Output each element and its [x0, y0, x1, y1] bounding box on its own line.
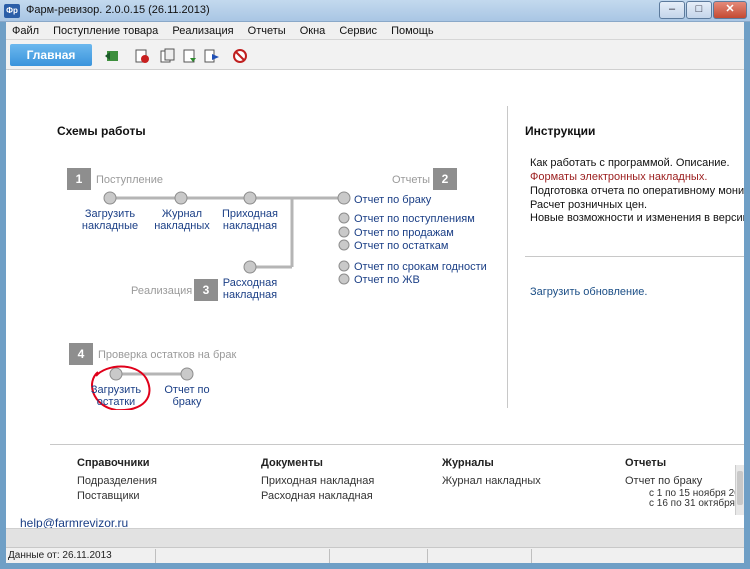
doc-expense-invoice-link[interactable]: Расходная накладная [261, 490, 373, 502]
load-update-link[interactable]: Загрузить обновление. [530, 286, 647, 298]
journals-title: Журналы [442, 457, 494, 469]
vertical-divider [507, 106, 508, 408]
instruction-how-to[interactable]: Как работать с программой. Описание. [530, 157, 730, 169]
bottom-band [6, 528, 744, 547]
step-3-label: Реализация [131, 285, 193, 297]
instruction-new-features[interactable]: Новые возможности и изменения в версии 2 [530, 212, 744, 224]
refresh-icon[interactable] [104, 48, 120, 64]
menu-help[interactable]: Помощь [385, 22, 439, 37]
menu-goods-receipt[interactable]: Поступление товара [47, 22, 163, 37]
menu-bar: Файл Поступление товара Реализация Отчет… [6, 22, 744, 40]
footer-divider [50, 444, 744, 445]
doc-receipt-invoice-link[interactable]: Приходная накладная [261, 475, 374, 487]
report-stock-link[interactable]: Отчет по остаткам [354, 240, 448, 252]
menu-sales[interactable]: Реализация [166, 22, 238, 37]
load-stock-link[interactable]: Загрузить остатки [86, 384, 146, 408]
ref-suppliers-link[interactable]: Поставщики [77, 490, 140, 502]
load-invoices-link[interactable]: Загрузить накладные [80, 208, 140, 232]
documents-icon[interactable] [160, 48, 176, 64]
report-vital-drugs-link[interactable]: Отчет по ЖВ [354, 274, 420, 286]
toolbar: Главная [6, 40, 744, 70]
ref-subdivisions-link[interactable]: Подразделения [77, 475, 157, 487]
menu-service[interactable]: Сервис [333, 22, 382, 37]
status-segment-2 [156, 549, 330, 563]
status-bar: Данные от: 26.11.2013 [6, 547, 744, 563]
step-1-label: Поступление [96, 174, 164, 186]
footer-scrollbar[interactable] [735, 465, 744, 515]
import-icon[interactable] [134, 48, 150, 64]
report-receipts-link[interactable]: Отчет по поступлениям [354, 213, 475, 225]
step-2-badge: 2 [433, 168, 457, 190]
receipt-invoice-link[interactable]: Приходная накладная [220, 208, 280, 232]
status-data-date: Данные от: 26.11.2013 [6, 549, 156, 563]
documents-title: Документы [261, 457, 323, 469]
step-4-label: Проверка остатков на брак [98, 349, 237, 361]
app-icon: Фр [4, 4, 20, 18]
defect-report-link-2[interactable]: Отчет по браку [157, 384, 217, 408]
invoice-journal-link[interactable]: Журнал накладных [152, 208, 212, 232]
report-sales-link[interactable]: Отчет по продажам [354, 227, 454, 239]
reports-footer-title: Отчеты [625, 457, 667, 469]
references-title: Справочники [77, 457, 150, 469]
menu-file[interactable]: Файл [6, 22, 44, 37]
footer-defect-report-link[interactable]: Отчет по браку [625, 475, 702, 487]
expense-invoice-link[interactable]: Расходная накладная [220, 277, 280, 301]
menu-reports[interactable]: Отчеты [242, 22, 291, 37]
step-2-label: Отчеты [392, 174, 431, 186]
copy-icon[interactable] [182, 48, 198, 64]
instructions-title: Инструкции [525, 124, 596, 138]
instruction-monitoring[interactable]: Подготовка отчета по оперативному монито… [530, 185, 744, 197]
close-doc-icon[interactable] [232, 48, 248, 64]
step-4-badge: 4 [69, 343, 93, 365]
status-segment-3 [330, 549, 428, 563]
home-tab[interactable]: Главная [10, 44, 92, 66]
status-segment-5 [532, 549, 744, 563]
report-expiry-link[interactable]: Отчет по срокам годности [354, 261, 487, 273]
scrollbar-thumb[interactable] [737, 471, 743, 505]
status-segment-4 [428, 549, 532, 563]
step-3-badge: 3 [194, 279, 218, 301]
step-1-badge: 1 [67, 168, 91, 190]
window-title: Фарм-ревизор. 2.0.0.15 (26.11.2013) [26, 4, 210, 16]
main-content: Схемы работы 1 Поступление Отчеты 2 Реал… [6, 70, 744, 547]
instruction-retail-prices[interactable]: Расчет розничных цен. [530, 199, 647, 211]
minimize-button[interactable]: – [659, 1, 685, 19]
footer-report-period-2[interactable]: с 16 по 31 октября 2013 [649, 498, 744, 509]
instruction-formats[interactable]: Форматы электронных накладных. [530, 171, 707, 183]
journal-invoices-link[interactable]: Журнал накладных [442, 475, 541, 487]
report-defects-link[interactable]: Отчет по браку [354, 194, 431, 206]
schemes-title: Схемы работы [57, 124, 146, 138]
maximize-button[interactable]: □ [686, 1, 712, 19]
menu-windows[interactable]: Окна [294, 22, 331, 37]
title-bar: Фр Фарм-ревизор. 2.0.0.15 (26.11.2013) –… [0, 0, 750, 22]
close-button[interactable]: ✕ [713, 1, 747, 19]
instructions-divider [525, 256, 744, 257]
export-icon[interactable] [204, 48, 220, 64]
